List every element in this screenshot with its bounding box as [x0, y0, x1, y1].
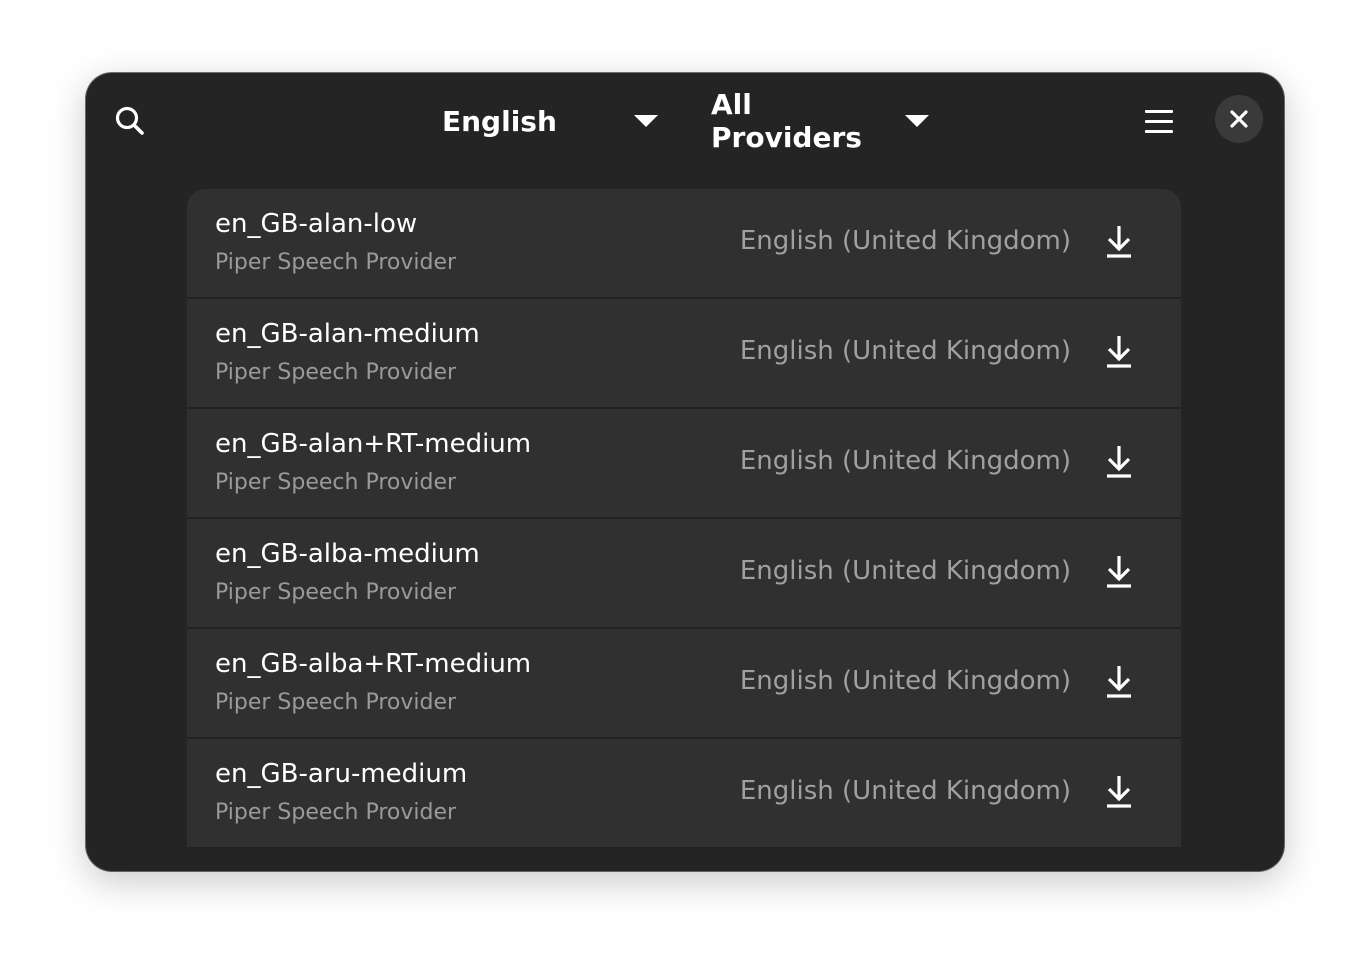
voice-name: en_GB-alba-medium	[215, 539, 480, 569]
voice-language: English (United Kingdom)	[739, 226, 1071, 256]
voice-provider: Piper Speech Provider	[215, 250, 457, 275]
voice-name: en_GB-alan-medium	[215, 319, 480, 349]
download-icon	[1107, 776, 1131, 808]
header-bar: English All Providers	[86, 73, 1284, 167]
voice-language: English (United Kingdom)	[739, 666, 1071, 696]
provider-dropdown-label: All Providers	[711, 88, 862, 154]
download-button[interactable]	[1099, 330, 1139, 374]
chevron-down-icon	[634, 115, 658, 127]
provider-dropdown[interactable]: All Providers	[711, 88, 929, 154]
voice-row[interactable]: en_GB-alba-medium Piper Speech Provider …	[187, 519, 1181, 629]
download-button[interactable]	[1099, 550, 1139, 594]
hamburger-menu-icon	[1145, 109, 1173, 113]
voice-row[interactable]: en_GB-alan-low Piper Speech Provider Eng…	[187, 189, 1181, 299]
voice-provider: Piper Speech Provider	[215, 580, 457, 605]
language-dropdown-label: English	[442, 104, 557, 138]
main-menu-button[interactable]	[1136, 95, 1182, 147]
download-icon	[1107, 336, 1131, 368]
voice-provider: Piper Speech Provider	[215, 800, 457, 825]
close-icon	[1230, 110, 1248, 128]
chevron-down-icon	[905, 115, 929, 127]
voice-language: English (United Kingdom)	[739, 446, 1071, 476]
voice-browser-window: English All Providers en_GB-alan-low Pip…	[86, 73, 1284, 871]
voice-row[interactable]: en_GB-alan-medium Piper Speech Provider …	[187, 299, 1181, 409]
close-button[interactable]	[1215, 95, 1263, 143]
language-dropdown[interactable]: English	[442, 95, 658, 147]
download-icon	[1107, 556, 1131, 588]
voice-language: English (United Kingdom)	[739, 776, 1071, 806]
search-button[interactable]	[104, 95, 156, 147]
voice-name: en_GB-alba+RT-medium	[215, 649, 532, 679]
voice-name: en_GB-aru-medium	[215, 759, 468, 789]
voice-row[interactable]: en_GB-aru-medium Piper Speech Provider E…	[187, 739, 1181, 849]
download-button[interactable]	[1099, 660, 1139, 704]
search-icon	[115, 106, 144, 135]
voice-list: en_GB-alan-low Piper Speech Provider Eng…	[187, 189, 1181, 871]
voice-provider: Piper Speech Provider	[215, 360, 457, 385]
download-icon	[1107, 666, 1131, 698]
download-button[interactable]	[1099, 770, 1139, 814]
voice-name: en_GB-alan+RT-medium	[215, 429, 532, 459]
voice-provider: Piper Speech Provider	[215, 690, 457, 715]
voice-row[interactable]: en_GB-alba+RT-medium Piper Speech Provid…	[187, 629, 1181, 739]
voice-row[interactable]: en_GB-alan+RT-medium Piper Speech Provid…	[187, 409, 1181, 519]
voice-language: English (United Kingdom)	[739, 556, 1071, 586]
download-icon	[1107, 446, 1131, 478]
download-button[interactable]	[1099, 220, 1139, 264]
voice-provider: Piper Speech Provider	[215, 470, 457, 495]
download-button[interactable]	[1099, 440, 1139, 484]
voice-language: English (United Kingdom)	[739, 336, 1071, 366]
voice-name: en_GB-alan-low	[215, 209, 418, 239]
download-icon	[1107, 226, 1131, 258]
